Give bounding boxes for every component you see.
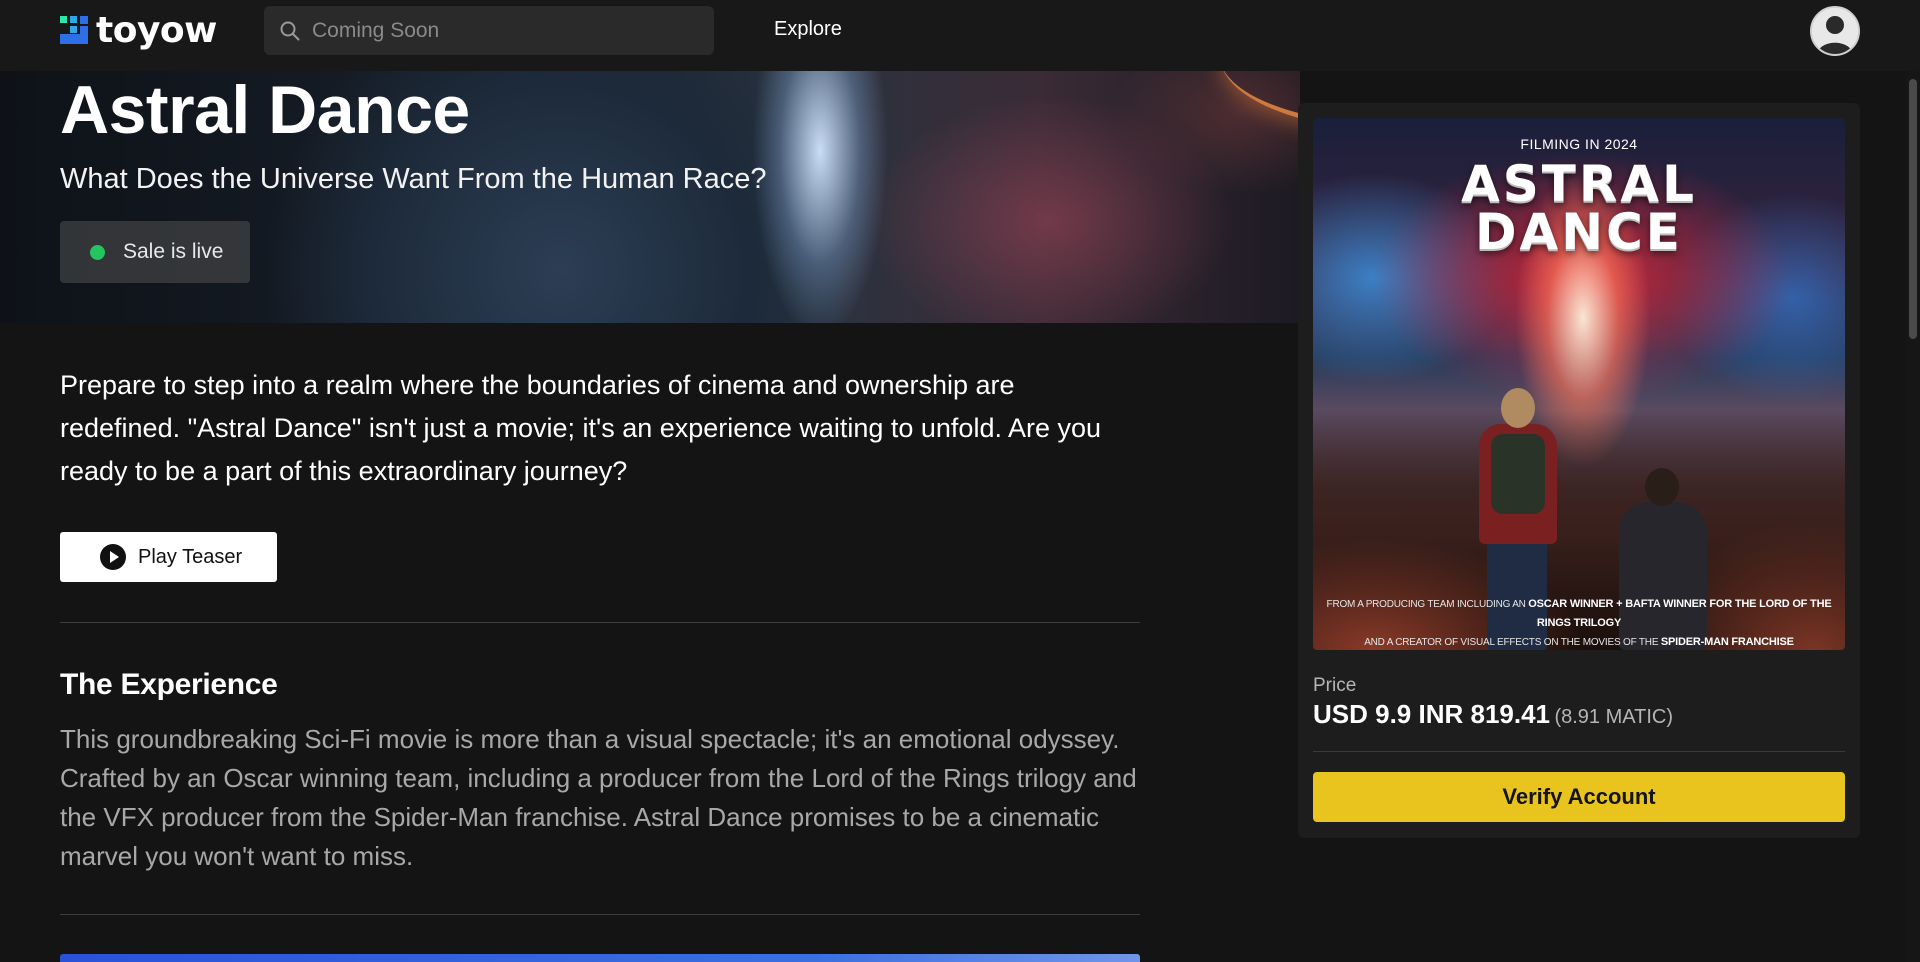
section-divider [60,622,1140,623]
search-icon [280,21,300,40]
card-divider [1313,751,1845,752]
price-label: Price [1313,675,1357,696]
poster-credit-text: AND A CREATOR OF VISUAL EFFECTS ON THE M… [1364,637,1659,648]
hero-banner: Astral Dance What Does the Universe Want… [0,71,1300,323]
poster-filming-text: FILMING IN 2024 [1520,136,1638,152]
brand-name: toyow [96,9,217,51]
purchase-card: FILMING IN 2024 ASTRAL DANCE FROM A PROD… [1298,103,1860,838]
nav-explore-link[interactable]: Explore [774,18,842,41]
poster-title: ASTRAL DANCE [1313,155,1845,261]
movie-poster: FILMING IN 2024 ASTRAL DANCE FROM A PROD… [1313,118,1845,650]
poster-title-line2: DANCE [1475,203,1683,261]
poster-credit-highlight: SPIDER-MAN FRANCHISE [1660,636,1794,648]
poster-credits: FROM A PRODUCING TEAM INCLUDING AN OSCAR… [1313,595,1845,650]
verify-account-button[interactable]: Verify Account [1313,772,1845,822]
movie-tagline: What Does the Universe Want From the Hum… [60,163,767,195]
search-input[interactable] [312,18,672,43]
sale-status-badge: Sale is live [60,221,250,283]
user-icon [1812,8,1858,54]
page-scrollbar[interactable] [1906,71,1920,962]
hero-planet-graphic [1220,71,1300,131]
play-teaser-label: Play Teaser [138,545,243,568]
sale-status-text: Sale is live [123,240,224,263]
experience-heading: The Experience [60,668,278,701]
user-avatar[interactable] [1810,6,1860,56]
live-dot-icon [90,244,105,260]
play-icon [100,544,126,570]
scrollbar-thumb[interactable] [1909,79,1917,339]
price-value: USD 9.9 INR 819.41 (8.91 MATIC) [1313,699,1673,730]
poster-credit-highlight: OSCAR WINNER + BAFTA WINNER FOR THE LORD… [1528,598,1832,629]
play-teaser-button[interactable]: Play Teaser [60,532,277,582]
price-crypto: (8.91 MATIC) [1554,706,1674,728]
experience-paragraph: This groundbreaking Sci-Fi movie is more… [60,724,1137,871]
top-navbar: toyow Explore [0,0,1920,71]
section-divider [60,914,1140,915]
movie-title: Astral Dance [60,72,470,148]
brand-logo[interactable]: toyow [60,9,217,51]
price-fiat: USD 9.9 INR 819.41 [1313,699,1551,729]
next-section-banner [60,954,1140,962]
intro-paragraph: Prepare to step into a realm where the b… [60,370,1102,486]
poster-credit-text: FROM A PRODUCING TEAM INCLUDING AN [1326,599,1526,610]
logo-mark-icon [60,16,88,44]
search-bar[interactable] [264,6,714,55]
poster-title-line1: ASTRAL [1461,155,1697,213]
